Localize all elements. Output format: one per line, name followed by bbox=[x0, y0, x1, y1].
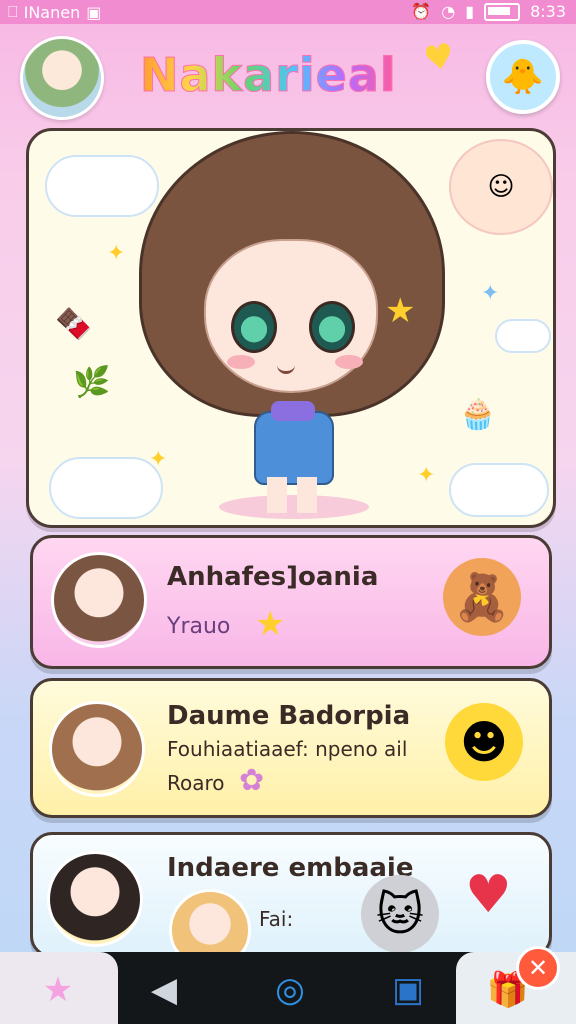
sparkle-icon: ✦ bbox=[481, 281, 500, 306]
app-header: Nakarieal ♥ 🐥 bbox=[0, 24, 576, 124]
character-legs bbox=[267, 477, 317, 513]
profile-icon: 🐥 bbox=[501, 57, 545, 97]
bookmark-icon[interactable]: ▣ bbox=[380, 962, 436, 1018]
list-item[interactable]: Anhafes]oania Yrauo ★ 🧸 bbox=[30, 535, 552, 669]
status-left: ⎕ INanen ▣ bbox=[8, 2, 101, 22]
character-avatar bbox=[51, 552, 147, 648]
hero-character-card[interactable]: ☺ ✦ ✦ ✦ ✦ 🍫 🌿 🧁 ★ bbox=[26, 128, 556, 528]
circle-home-icon[interactable]: ◎ bbox=[262, 962, 318, 1018]
back-icon[interactable]: ◀ bbox=[136, 962, 192, 1018]
hair-star-icon: ★ bbox=[385, 291, 416, 331]
battery-icon bbox=[484, 2, 521, 21]
list-item[interactable]: Daume Badorpia Fouhiaatiaaef: npeno ail … bbox=[30, 678, 552, 818]
heart-icon[interactable]: ♥ bbox=[465, 865, 512, 925]
close-icon[interactable]: ✕ bbox=[516, 946, 560, 990]
cloud-decoration bbox=[49, 457, 163, 519]
character-avatar bbox=[169, 889, 251, 955]
character-avatar bbox=[47, 851, 143, 947]
snack-icon: 🍫 bbox=[55, 307, 93, 342]
sun-mascot-icon: ☻ bbox=[445, 703, 523, 781]
status-right: ⏰ ◔ ▮ 8:33 bbox=[411, 2, 566, 21]
plant-icon: 🌿 bbox=[73, 365, 111, 400]
card-subtitle: Yrauo bbox=[167, 614, 231, 639]
status-left-text: INanen bbox=[23, 2, 81, 22]
character-eye bbox=[231, 301, 277, 353]
sparkle-icon: ✦ bbox=[107, 241, 126, 266]
card-title: Anhafes]oania bbox=[167, 562, 379, 592]
character-eye bbox=[309, 301, 355, 353]
cloud-decoration bbox=[45, 155, 159, 217]
card-title: Daume Badorpia bbox=[167, 701, 411, 731]
character-dress bbox=[254, 411, 334, 485]
profile-button[interactable]: 🐥 bbox=[486, 40, 560, 114]
flower-icon: ✿ bbox=[239, 763, 265, 798]
character-bow bbox=[271, 401, 315, 421]
list-item[interactable]: Indaere embaaie Fai: 🐱 ♥ bbox=[30, 832, 552, 958]
status-time: 8:33 bbox=[530, 2, 566, 21]
alarm-icon: ⏰ bbox=[411, 2, 432, 21]
star-nav-icon[interactable]: ★ bbox=[30, 962, 86, 1018]
heart-icon: ♥ bbox=[420, 35, 458, 81]
sparkle-icon: ✦ bbox=[417, 463, 436, 488]
image-icon: ▣ bbox=[86, 2, 102, 22]
signal-icon: ▮ bbox=[465, 2, 475, 21]
bear-mascot-icon: 🧸 bbox=[443, 558, 521, 636]
wifi-icon: ◔ bbox=[441, 2, 456, 21]
character-avatar bbox=[49, 701, 145, 797]
cat-mascot-icon: 🐱 bbox=[361, 875, 439, 953]
speech-bubble-icon: ☺ bbox=[449, 139, 553, 235]
status-bar: ⎕ INanen ▣ ⏰ ◔ ▮ 8:33 bbox=[0, 0, 576, 24]
avatar[interactable] bbox=[20, 36, 104, 120]
character-blush bbox=[227, 355, 255, 369]
cloud-decoration bbox=[495, 319, 551, 353]
card-extra: Roaro bbox=[167, 771, 225, 795]
card-subtitle: Fouhiaatiaaef: npeno ail bbox=[167, 737, 408, 761]
character-blush bbox=[335, 355, 363, 369]
card-subtitle: Fai: bbox=[259, 907, 294, 931]
sparkle-icon: ✦ bbox=[149, 447, 168, 472]
card-title: Indaere embaaie bbox=[167, 853, 414, 883]
q-icon: ⎕ bbox=[8, 2, 18, 21]
cupcake-icon: 🧁 bbox=[459, 397, 497, 432]
star-icon: ★ bbox=[255, 604, 286, 644]
app-title: Nakarieal bbox=[140, 48, 397, 103]
cloud-decoration bbox=[449, 463, 549, 517]
